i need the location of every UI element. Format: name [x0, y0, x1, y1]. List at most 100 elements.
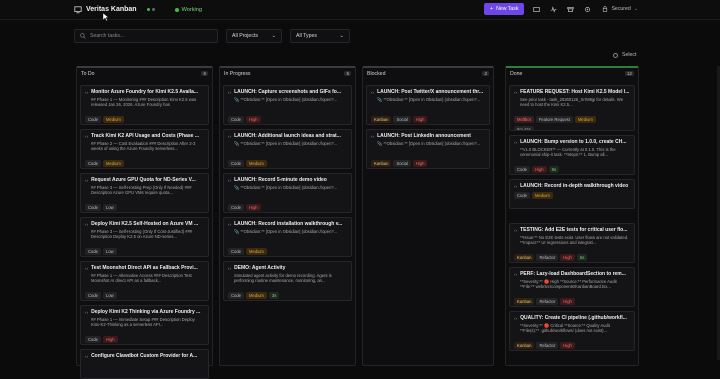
- select-label: Select: [622, 52, 637, 58]
- task-description: See prior task - task_20260126_XrrM9jp f…: [520, 97, 624, 108]
- task-card[interactable]: ‹› LAUNCH: Capture screenshots and GIFs f…: [223, 85, 352, 125]
- code-brackets-icon: ‹›: [85, 133, 89, 139]
- task-card[interactable]: ‹› LAUNCH: Post Twitter/X announcement th…: [366, 85, 490, 125]
- task-card[interactable]: ‹› LAUNCH: Record 5-minute demo video 📎 **…: [223, 173, 352, 213]
- select-toggle[interactable]: Select: [613, 52, 636, 58]
- agent-status: Working: [174, 7, 202, 13]
- lock-icon: [603, 6, 608, 12]
- terminal-icon[interactable]: [532, 5, 541, 14]
- tag-code: Code: [85, 292, 102, 299]
- task-title: ‹› LAUNCH: Record installation walkthroug…: [228, 221, 347, 227]
- task-description: **Issue:** No E2E tests exist. User flow…: [520, 235, 629, 246]
- task-title: ‹› PERF: Lazy-load DashboardSection to re…: [514, 271, 630, 277]
- tag-low: Low: [103, 204, 117, 211]
- task-card[interactable]: ‹› TESTING: Add E2E tests for critical us…: [509, 223, 635, 263]
- settings-gear-icon[interactable]: [583, 5, 592, 14]
- task-card[interactable]: ‹› Request Azure GPU Quota for ND-Series …: [80, 173, 209, 213]
- secured-menu[interactable]: Secured ⌄: [602, 6, 638, 12]
- task-description: Simulated agent activity for demo record…: [234, 273, 332, 284]
- tag-kanban: Kanban: [514, 298, 535, 305]
- task-card[interactable]: ‹› Test Moonshot Direct API as Fallback P…: [80, 261, 209, 301]
- tag-high: High: [560, 254, 575, 261]
- task-card[interactable]: ‹› Monitor Azure Foundry for Kimi K2.5 Av…: [80, 85, 209, 125]
- task-card[interactable]: ‹› LAUNCH: Record in-depth walkthrough vi…: [509, 179, 635, 209]
- code-brackets-icon: ‹›: [228, 265, 232, 271]
- task-card[interactable]: ‹› LAUNCH: Record installation walkthroug…: [223, 217, 352, 257]
- tag-code: Code: [85, 336, 102, 343]
- secured-label: Secured: [611, 6, 631, 12]
- task-card[interactable]: ‹› LAUNCH: Additional launch ideas and st…: [223, 129, 352, 169]
- task-tags: Kanban Social High: [371, 116, 485, 123]
- code-brackets-icon: ‹›: [228, 177, 232, 183]
- task-title-text: QUALITY: Create CI pipeline (.github/wor…: [520, 315, 627, 321]
- task-title: ‹› FEATURE REQUEST: Host Kimi K2.5 Model …: [514, 89, 630, 95]
- code-brackets-icon: ‹›: [514, 183, 518, 189]
- column-count-badge: 2: [482, 71, 489, 76]
- task-description: ## Phase 2 — Cost Evaluation ### Descrip…: [91, 141, 196, 152]
- task-title: ‹› Request Azure GPU Quota for ND-Series …: [85, 177, 204, 183]
- task-description: **Severity:** 🔴 High **Source:** Perform…: [520, 279, 617, 290]
- task-title: ‹› DEMO: Agent Activity: [228, 265, 347, 271]
- task-title-text: LAUNCH: Record installation walkthrough …: [234, 221, 343, 227]
- task-card[interactable]: ‹› QUALITY: Create CI pipeline (.github/w…: [509, 311, 635, 351]
- task-tags: Code Low: [85, 292, 204, 299]
- task-title: ‹› QUALITY: Create CI pipeline (.github/w…: [514, 315, 630, 321]
- tag-high: High: [246, 204, 261, 211]
- column-in-progress: In Progress 5 ‹› LAUNCH: Capture screenshot…: [219, 66, 356, 366]
- column-title: In Progress: [224, 70, 251, 77]
- task-title-text: Request Azure GPU Quota for ND-Series V.…: [91, 177, 196, 183]
- tag-low: Low: [103, 292, 117, 299]
- tag-high: High: [246, 116, 261, 123]
- task-tags: Code Low: [85, 204, 204, 211]
- tag-high: High: [560, 298, 575, 305]
- task-description: **Severity:** 🔴 Critical **Source:** Qua…: [520, 323, 610, 334]
- task-title: ‹› LAUNCH: Record 5-minute demo video: [228, 177, 347, 183]
- tag-medium: Medium: [574, 116, 596, 123]
- filter-bar: Search tasks... All Projects ⌄ All Types…: [74, 29, 350, 43]
- task-card[interactable]: ‹› LAUNCH: Post LinkedIn announcement 📎 **…: [366, 129, 490, 169]
- type-filter-select[interactable]: All Types ⌄: [290, 29, 350, 43]
- tag-medium: Medium: [532, 192, 553, 199]
- activity-icon[interactable]: [549, 5, 558, 14]
- column-header: To Do 6: [77, 68, 212, 79]
- task-card[interactable]: ‹› PERF: Lazy-load DashboardSection to re…: [509, 267, 635, 307]
- column-done: Done 12 ‹› FEATURE REQUEST: Host Kimi K2.5 …: [505, 66, 639, 366]
- task-tags: Code Medium: [228, 160, 347, 167]
- code-brackets-icon: ‹›: [228, 89, 232, 95]
- task-card[interactable]: ‹› Deploy Kimi K2.5 Self-Hosted on Azure …: [80, 217, 209, 257]
- tag-kanban: Kanban: [514, 342, 535, 349]
- task-card[interactable]: ‹› Track Kimi K2 API Usage and Costs (Pha…: [80, 129, 209, 169]
- task-card[interactable]: ‹› DEMO: Agent Activity Simulated agent ac…: [223, 261, 352, 301]
- task-title-text: Monitor Azure Foundry for Kimi K2.5 Avai…: [91, 89, 199, 95]
- task-title-text: Track Kimi K2 API Usage and Costs (Phase…: [91, 133, 199, 139]
- task-card[interactable]: ‹› FEATURE REQUEST: Host Kimi K2.5 Model …: [509, 85, 635, 131]
- task-tags: Code Medium: [514, 192, 630, 199]
- column-title: Blocked: [367, 70, 386, 77]
- search-input[interactable]: Search tasks...: [74, 29, 218, 43]
- task-title: ‹› LAUNCH: Record in-depth walkthrough vi…: [514, 183, 630, 189]
- code-brackets-icon: ‹›: [85, 353, 89, 359]
- project-filter-select[interactable]: All Projects ⌄: [226, 29, 282, 43]
- archive-icon[interactable]: [566, 5, 575, 14]
- task-title-text: DEMO: Agent Activity: [234, 265, 286, 271]
- task-duration: 5m 42s: [514, 126, 630, 130]
- new-task-button[interactable]: + New Task: [484, 3, 525, 15]
- code-brackets-icon: ‹›: [514, 315, 518, 321]
- task-tags: Code High 8s: [514, 166, 630, 173]
- code-brackets-icon: ‹›: [85, 309, 89, 315]
- task-card[interactable]: ‹› LAUNCH: Bump version to 1.0.0, create …: [509, 135, 635, 175]
- task-tags: Code Low: [85, 248, 204, 255]
- task-title-text: LAUNCH: Record in-depth walkthrough vide…: [520, 183, 629, 189]
- task-card[interactable]: ‹› Configure Clawdbot Custom Provider for…: [80, 349, 209, 379]
- column-title: To Do: [81, 70, 95, 77]
- task-title-text: TESTING: Add E2E tests for critical user…: [520, 227, 628, 233]
- task-card[interactable]: ‹› Deploy Kimi K2 Thinking via Azure Foun…: [80, 305, 209, 345]
- task-title: ‹› LAUNCH: Bump version to 1.0.0, create …: [514, 139, 630, 145]
- tag-code: Code: [514, 166, 531, 173]
- task-tags: Code Medium: [85, 116, 204, 123]
- task-title: ‹› Track Kimi K2 API Usage and Costs (Pha…: [85, 133, 204, 139]
- task-tags: Kanban Refactor High: [514, 298, 630, 305]
- tag-kanban: Kanban: [514, 254, 535, 261]
- code-brackets-icon: ‹›: [228, 133, 232, 139]
- task-title: ‹› TESTING: Add E2E tests for critical us…: [514, 227, 630, 233]
